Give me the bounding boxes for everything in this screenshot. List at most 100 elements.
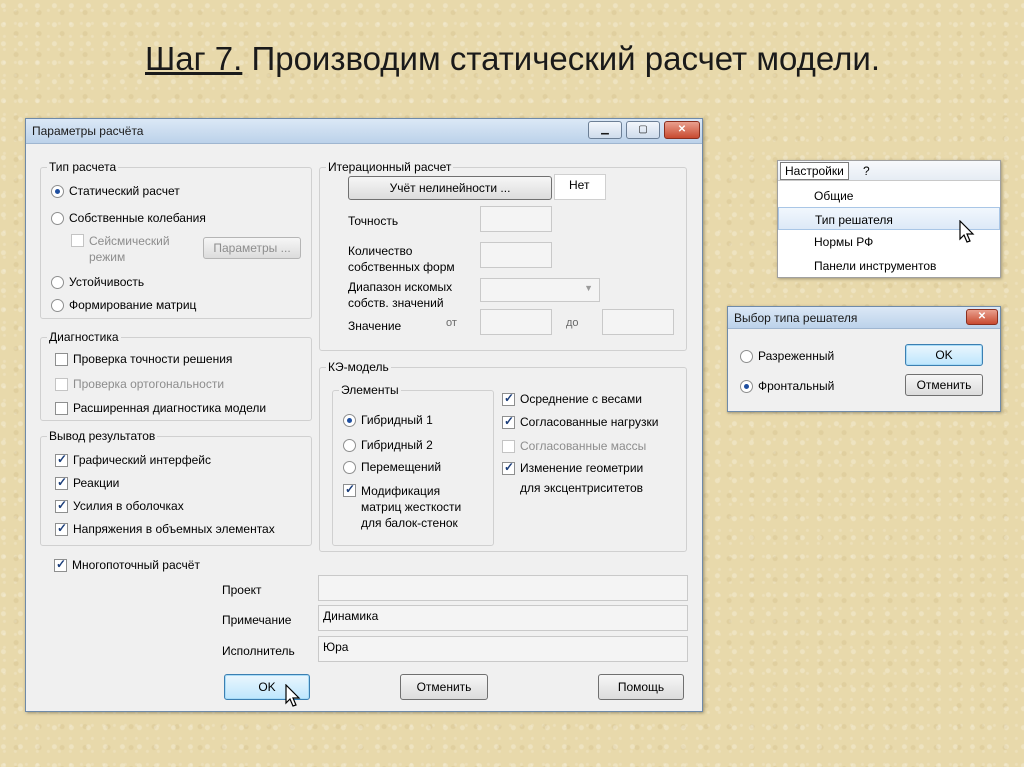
checkbox-consistent-masses[interactable]: Согласованные массы	[502, 439, 646, 453]
radio-hybrid1[interactable]: Гибридный 1	[343, 413, 433, 427]
radio-eigen[interactable]: Собственные колебания	[51, 211, 206, 225]
checkbox-gui[interactable]: Графический интерфейс	[55, 452, 211, 467]
checkbox-consistent-loads[interactable]: Согласованные нагрузки	[502, 414, 659, 429]
note-input[interactable]: Динамика	[318, 605, 688, 631]
maximize-button[interactable]: ▢	[626, 121, 660, 139]
radio-static[interactable]: Статический расчет	[51, 184, 180, 198]
solver-title: Выбор типа решателя	[734, 311, 858, 325]
author-input[interactable]: Юра	[318, 636, 688, 662]
solver-close-button[interactable]: ✕	[966, 309, 998, 325]
params-button[interactable]: Параметры ...	[203, 237, 301, 259]
radio-frontal-label: Фронтальный	[758, 379, 835, 393]
checkbox-weighted-avg-box[interactable]	[502, 391, 515, 406]
mouse-pointer-icon-menu	[959, 220, 975, 243]
slide-title-text: Производим статический расчет модели.	[242, 40, 881, 77]
value-label: Значение	[348, 319, 402, 333]
close-icon: ✕	[977, 311, 987, 322]
checkbox-reactions[interactable]: Реакции	[55, 475, 120, 490]
menu-help[interactable]: ?	[863, 164, 870, 178]
checkbox-shell-forces-box[interactable]	[55, 498, 68, 513]
checkbox-shell-forces[interactable]: Усилия в оболочках	[55, 498, 184, 513]
menu-settings[interactable]: Настройки	[780, 162, 849, 180]
chevron-down-icon: ▼	[584, 283, 593, 293]
checkbox-weighted-avg[interactable]: Осреднение с весами	[502, 391, 642, 406]
project-label: Проект	[222, 583, 262, 597]
radio-frontal[interactable]: Фронтальный	[740, 379, 834, 393]
value-from-input[interactable]	[480, 309, 552, 335]
checkbox-geometry-change[interactable]: Изменение геометрии для эксцентриситетов	[502, 460, 643, 498]
checkbox-consistent-loads-box[interactable]	[502, 414, 515, 429]
checkbox-extended-diag[interactable]: Расширенная диагностика модели	[55, 401, 266, 415]
checkbox-multithread-box[interactable]	[54, 557, 67, 572]
checkbox-consistent-masses-label: Согласованные массы	[520, 439, 647, 453]
checkbox-accuracy-check-box[interactable]	[55, 352, 68, 366]
menu-item-solver-type-label: Тип решателя	[815, 213, 893, 227]
value-to-input[interactable]	[602, 309, 674, 335]
radio-stability[interactable]: Устойчивость	[51, 275, 144, 289]
dialog-titlebar: Параметры расчёта ▁ ▢ ✕	[26, 119, 702, 144]
radio-hybrid2-indicator[interactable]	[343, 438, 356, 452]
radio-sparse-indicator[interactable]	[740, 349, 753, 363]
radio-stability-indicator[interactable]	[51, 275, 64, 289]
elements-group: Элементы Гибридный 1 Гибридный 2 Перемещ…	[332, 383, 494, 546]
checkbox-seismic-label: Сейсмический режим	[89, 233, 170, 265]
radio-static-indicator[interactable]	[51, 184, 64, 198]
nonlinearity-button[interactable]: Учёт нелинейности ...	[348, 176, 552, 200]
checkbox-extended-diag-box[interactable]	[55, 401, 68, 415]
seismic-line1: Сейсмический	[89, 234, 170, 248]
note-label: Примечание	[222, 613, 292, 627]
checkbox-solid-stresses-label: Напряжения в объемных элементах	[73, 522, 275, 536]
eigen-forms-input[interactable]	[480, 242, 552, 268]
radio-displacements-indicator[interactable]	[343, 460, 356, 474]
from-label: от	[446, 317, 457, 329]
solver-ok-button[interactable]: OK	[905, 344, 983, 366]
settings-menu-panel: Настройки ? Общие Тип решателя Нормы РФ …	[777, 160, 1001, 278]
checkbox-accuracy-check[interactable]: Проверка точности решения	[55, 352, 232, 366]
checkbox-multithread[interactable]: Многопоточный расчёт	[54, 557, 200, 572]
elements-label: Элементы	[339, 383, 401, 397]
output-group: Вывод результатов Графический интерфейс …	[40, 429, 312, 546]
checkbox-seismic-box[interactable]	[71, 234, 84, 247]
project-input[interactable]	[318, 575, 688, 601]
checkbox-solid-stresses-box[interactable]	[55, 521, 68, 536]
checkbox-reactions-label: Реакции	[73, 476, 120, 490]
author-value: Юра	[323, 640, 349, 654]
note-value: Динамика	[323, 609, 379, 623]
cancel-button[interactable]: Отменить	[400, 674, 488, 700]
nonlinearity-value-text: Нет	[569, 178, 590, 192]
solver-titlebar: Выбор типа решателя ✕	[728, 307, 1000, 329]
checkbox-reactions-box[interactable]	[55, 475, 68, 490]
radio-stability-label: Устойчивость	[69, 275, 145, 289]
radio-frontal-indicator[interactable]	[740, 379, 753, 393]
radio-hybrid2[interactable]: Гибридный 2	[343, 438, 433, 452]
minimize-button[interactable]: ▁	[588, 121, 622, 139]
radio-displacements[interactable]: Перемещений	[343, 460, 441, 474]
solver-cancel-button[interactable]: Отменить	[905, 374, 983, 396]
eigen-range-label: Диапазон искомых собств. значений	[348, 279, 452, 311]
radio-sparse[interactable]: Разреженный	[740, 349, 834, 363]
menu-item-norms-label: Нормы РФ	[814, 235, 874, 249]
menu-item-toolbars[interactable]: Панели инструментов	[778, 254, 1000, 277]
checkbox-geometry-change-box[interactable]	[502, 460, 515, 475]
radio-matrices[interactable]: Формирование матриц	[51, 298, 196, 312]
checkbox-gui-box[interactable]	[55, 452, 68, 467]
radio-hybrid1-indicator[interactable]	[343, 413, 356, 427]
checkbox-orthogonality[interactable]: Проверка ортогональности	[55, 377, 224, 391]
checkbox-solid-stresses[interactable]: Напряжения в объемных элементах	[55, 521, 275, 536]
checkbox-weighted-avg-label: Осреднение с весами	[520, 392, 642, 406]
radio-matrices-indicator[interactable]	[51, 298, 64, 312]
menu-item-general[interactable]: Общие	[778, 184, 1000, 207]
radio-eigen-indicator[interactable]	[51, 211, 64, 225]
checkbox-orthogonality-box[interactable]	[55, 377, 68, 391]
eigen-range-select[interactable]: ▼	[480, 278, 600, 302]
checkbox-matrix-mod[interactable]: Модификация матриц жесткости для балок-сте…	[343, 482, 461, 531]
checkbox-accuracy-check-label: Проверка точности решения	[73, 352, 233, 366]
checkbox-seismic[interactable]: Сейсмический режим	[71, 233, 170, 265]
help-button[interactable]: Помощь	[598, 674, 684, 700]
checkbox-consistent-loads-label: Согласованные нагрузки	[520, 415, 659, 429]
close-button[interactable]: ✕	[664, 121, 700, 139]
checkbox-multithread-label: Многопоточный расчёт	[72, 558, 200, 572]
checkbox-consistent-masses-box[interactable]	[502, 439, 515, 453]
checkbox-matrix-mod-box[interactable]	[343, 482, 356, 497]
accuracy-input[interactable]	[480, 206, 552, 232]
